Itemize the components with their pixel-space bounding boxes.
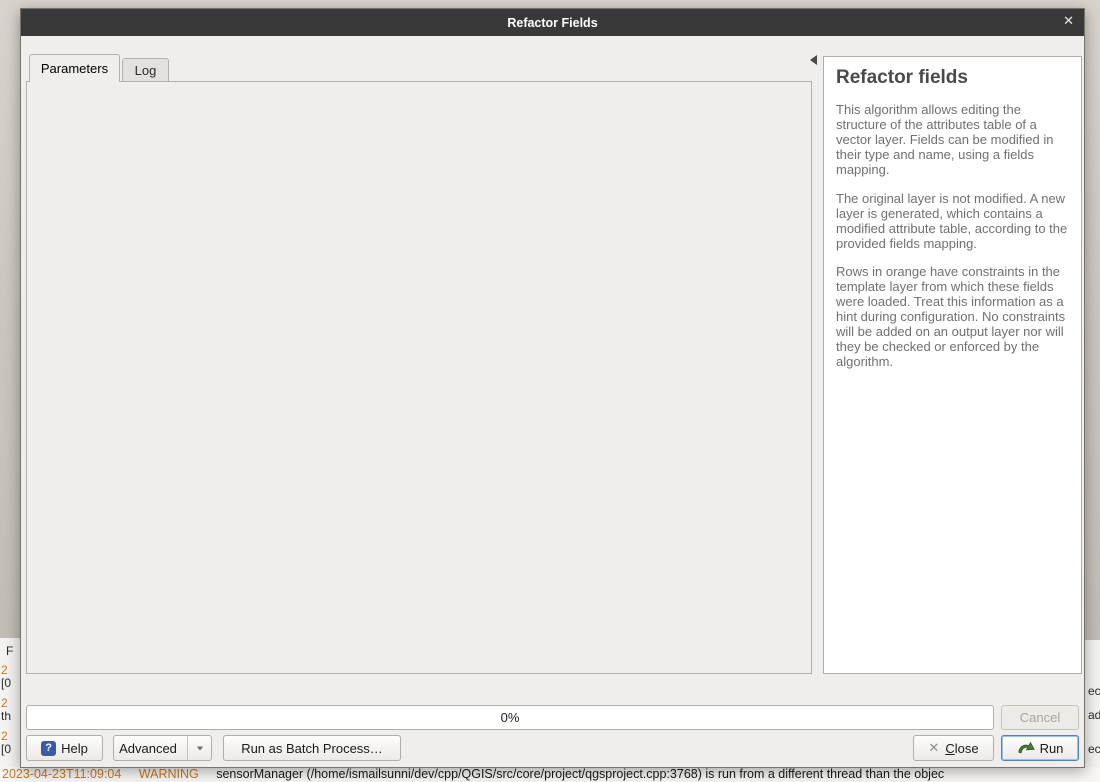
tab-parameters-label: Parameters bbox=[41, 61, 108, 76]
background-text-fragment: ad bbox=[1088, 708, 1100, 722]
progress-value: 0% bbox=[501, 710, 520, 725]
refactor-fields-dialog: Refactor Fields ✕ Parameters Log Input l… bbox=[20, 8, 1085, 768]
background-text-fragment: 2 bbox=[1, 663, 8, 677]
collapse-help-panel-icon[interactable] bbox=[810, 55, 817, 65]
help-button[interactable]: ? Help bbox=[26, 735, 103, 761]
background-text-fragment: 2 bbox=[1, 729, 8, 743]
run-as-batch-button[interactable]: Run as Batch Process… bbox=[223, 735, 401, 761]
help-paragraph: This algorithm allows editing the struct… bbox=[836, 103, 1069, 178]
advanced-label: Advanced bbox=[119, 741, 177, 756]
run-icon bbox=[1017, 741, 1035, 756]
algorithm-help-panel: Refactor fields This algorithm allows ed… bbox=[823, 56, 1082, 674]
cancel-button: Cancel bbox=[1001, 705, 1079, 730]
log-timestamp: 2023-04-23T11:09:04 bbox=[2, 767, 121, 781]
run-as-batch-label: Run as Batch Process… bbox=[241, 741, 383, 756]
divider bbox=[187, 736, 188, 760]
close-button[interactable]: ✕ Close bbox=[913, 735, 994, 761]
background-text-fragment: 2 bbox=[1, 696, 8, 710]
help-icon: ? bbox=[41, 741, 56, 756]
log-level-badge: WARNING bbox=[139, 767, 199, 781]
run-label: Run bbox=[1040, 741, 1064, 756]
cancel-label: Cancel bbox=[1020, 710, 1060, 725]
run-button[interactable]: Run bbox=[1001, 735, 1079, 761]
dialog-title: Refactor Fields bbox=[507, 16, 597, 30]
close-label: Close bbox=[945, 741, 978, 756]
progress-bar: 0% bbox=[26, 705, 994, 730]
help-label: Help bbox=[61, 741, 88, 756]
tab-log[interactable]: Log bbox=[122, 58, 169, 82]
background-text-fragment: [0 bbox=[1, 676, 11, 690]
background-text-fragment: [0 bbox=[1, 742, 11, 756]
background-text-fragment: ec bbox=[1088, 742, 1100, 756]
chevron-down-icon[interactable] bbox=[197, 746, 203, 750]
dialog-titlebar[interactable]: Refactor Fields ✕ bbox=[21, 9, 1084, 36]
help-paragraph: Rows in orange have constraints in the t… bbox=[836, 265, 1069, 370]
background-text-fragment: F bbox=[6, 644, 13, 658]
tab-parameters[interactable]: Parameters bbox=[29, 54, 120, 82]
advanced-button[interactable]: Advanced bbox=[113, 735, 212, 761]
help-title: Refactor fields bbox=[836, 67, 1069, 89]
background-text-fragment: ec bbox=[1088, 684, 1100, 698]
log-message-line: 2023-04-23T11:09:04 WARNING sensorManage… bbox=[0, 767, 1100, 782]
window-close-icon[interactable]: ✕ bbox=[1063, 13, 1074, 29]
close-x-icon: ✕ bbox=[928, 740, 939, 756]
tab-log-label: Log bbox=[135, 63, 157, 78]
log-message-text: sensorManager (/home/ismailsunni/dev/cpp… bbox=[216, 767, 944, 781]
help-paragraph: The original layer is not modified. A ne… bbox=[836, 192, 1069, 252]
background-text-fragment: th bbox=[1, 709, 11, 723]
parameters-pane bbox=[26, 81, 812, 674]
desktop-background: F 2 [0 2 th 2 [0 ec ad ec 2023-04-23T11:… bbox=[0, 0, 1100, 782]
